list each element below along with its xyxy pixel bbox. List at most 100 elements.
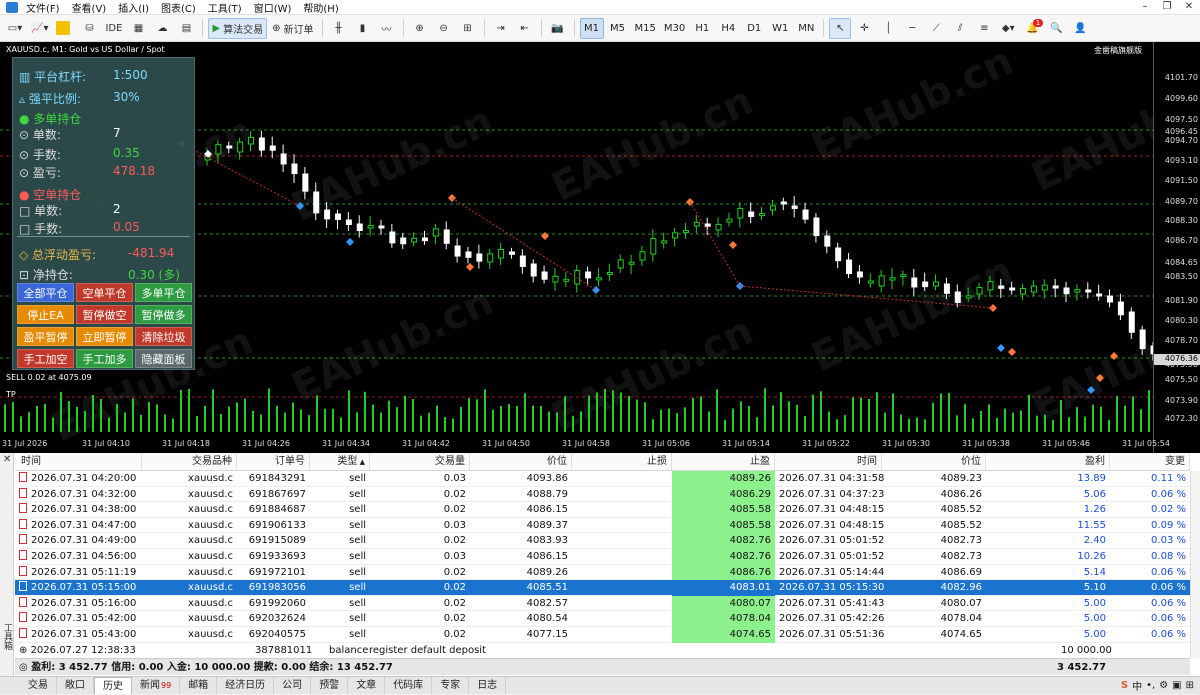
- tab-5[interactable]: 经济日历: [217, 677, 275, 694]
- column-header[interactable]: 交易品种: [142, 453, 237, 471]
- search-icon[interactable]: 🔍: [1045, 18, 1067, 39]
- restore-icon[interactable]: ❐: [1156, 0, 1178, 15]
- tf-h1[interactable]: H1: [690, 18, 714, 39]
- panel-button[interactable]: 手工加空: [17, 349, 74, 368]
- tab-9[interactable]: 代码库: [385, 677, 433, 694]
- chart-type-icon[interactable]: 📈▾: [28, 18, 51, 39]
- table-row[interactable]: 2026.07.31 04:49:00 xauusd.c 691915089 sell…: [15, 533, 1190, 549]
- tab-0[interactable]: 交易: [20, 677, 57, 694]
- fibo-icon[interactable]: ≡: [973, 18, 995, 39]
- tf-m1[interactable]: M1: [579, 17, 604, 39]
- tab-6[interactable]: 公司: [274, 677, 312, 694]
- tf-w1[interactable]: W1: [768, 18, 792, 39]
- tf-d1[interactable]: D1: [742, 18, 766, 39]
- tf-m5[interactable]: M5: [606, 18, 630, 39]
- candle-chart-icon[interactable]: ▮: [352, 18, 374, 39]
- table-row[interactable]: 2026.07.31 05:11:19 xauusd.c 691972101 sell…: [15, 564, 1190, 581]
- tab-11[interactable]: 日志: [469, 677, 507, 694]
- menu-charts[interactable]: 图表(C): [155, 0, 202, 15]
- algo-trading-button[interactable]: ▶ 算法交易: [208, 17, 268, 39]
- new-order-button[interactable]: ⊕ 新订单: [269, 18, 316, 39]
- shapes-icon[interactable]: ◆▾: [997, 18, 1019, 39]
- market-icon[interactable]: ▦: [127, 18, 149, 39]
- new-chart-icon[interactable]: ▭▾: [4, 18, 26, 39]
- cloud-icon[interactable]: ☁: [151, 18, 173, 39]
- menu-window[interactable]: 窗口(W): [248, 0, 298, 15]
- column-header[interactable]: 止损: [572, 453, 672, 471]
- trendline-icon[interactable]: ⟋: [925, 18, 947, 39]
- panel-button[interactable]: 暂停做多: [135, 305, 192, 324]
- panel-button[interactable]: 多单平仓: [135, 283, 192, 302]
- tab-3[interactable]: 新闻99: [132, 677, 181, 694]
- column-header[interactable]: 价位: [882, 453, 986, 471]
- tile-windows-icon[interactable]: ⊞: [457, 18, 479, 39]
- channel-icon[interactable]: ⫽: [949, 18, 971, 39]
- horizontal-line-icon[interactable]: ─: [901, 18, 923, 39]
- sogou-icon[interactable]: S: [1121, 680, 1128, 691]
- menu-view[interactable]: 查看(V): [66, 0, 113, 15]
- tab-1[interactable]: 敞口: [57, 677, 94, 694]
- table-row[interactable]: 2026.07.31 05:43:00 xauusd.c 692040575 sell…: [15, 627, 1190, 643]
- table-row[interactable]: 2026.07.31 05:16:00 xauusd.c 691992060 sell…: [15, 595, 1190, 612]
- cursor-icon[interactable]: ↖: [829, 17, 852, 39]
- tray-punct[interactable]: •,: [1146, 680, 1155, 691]
- tab-4[interactable]: 邮箱: [180, 677, 218, 694]
- tray-grid[interactable]: ⊞: [1186, 680, 1194, 691]
- close-toolbox-icon[interactable]: ✕: [3, 454, 11, 465]
- zoom-in-icon[interactable]: ⊕: [409, 18, 431, 39]
- column-header[interactable]: 止盈: [672, 453, 775, 471]
- tf-m30[interactable]: M30: [661, 18, 688, 39]
- crosshair-icon[interactable]: ✛: [853, 18, 875, 39]
- tab-2[interactable]: 历史: [94, 677, 132, 694]
- table-row[interactable]: 2026.07.31 05:42:00 xauusd.c 692032624 sell…: [15, 611, 1190, 627]
- column-header[interactable]: 类型 ▲: [310, 453, 370, 471]
- autoscroll-icon[interactable]: ⇥: [490, 18, 512, 39]
- table-row[interactable]: 2026.07.31 04:47:00 xauusd.c 691906133 sell…: [15, 517, 1190, 534]
- line-chart-icon[interactable]: 〰: [376, 18, 398, 39]
- panel-button[interactable]: 盈平暂停: [17, 327, 74, 346]
- table-row[interactable]: 2026.07.31 04:20:00 xauusd.c 691843291 sell…: [15, 471, 1190, 487]
- zoom-out-icon[interactable]: ⊖: [433, 18, 455, 39]
- tray-keyboard[interactable]: ▣: [1172, 680, 1181, 691]
- buy-icon[interactable]: [53, 18, 76, 39]
- table-row[interactable]: 2026.07.31 04:38:00 xauusd.c 691884687 sell…: [15, 502, 1190, 518]
- column-header[interactable]: 订单号: [237, 453, 310, 471]
- table-row[interactable]: 2026.07.31 04:56:00 xauusd.c 691933693 sell…: [15, 549, 1190, 565]
- table-scrollbar[interactable]: [1190, 471, 1200, 658]
- panel-button[interactable]: 停止EA: [17, 305, 74, 324]
- bar-chart-icon[interactable]: ╫: [328, 18, 350, 39]
- menu-insert[interactable]: 插入(I): [112, 0, 155, 15]
- panel-button[interactable]: 立即暂停: [76, 327, 133, 346]
- table-row[interactable]: 2026.07.31 05:15:00 xauusd.c 691983056 sell…: [15, 580, 1190, 596]
- tray-settings[interactable]: ⚙: [1159, 680, 1168, 691]
- panel-button[interactable]: 清除垃圾: [135, 327, 192, 346]
- profiles-icon[interactable]: ⛁: [78, 18, 100, 39]
- panel-button[interactable]: 手工加多: [76, 349, 133, 368]
- tab-7[interactable]: 预警: [311, 677, 349, 694]
- screenshot-icon[interactable]: 📷: [547, 18, 569, 39]
- column-header[interactable]: 变更: [1110, 453, 1190, 471]
- table-row[interactable]: 2026.07.31 04:32:00 xauusd.c 691867697 sell…: [15, 486, 1190, 503]
- vps-icon[interactable]: ▤: [175, 18, 197, 39]
- price-chart[interactable]: EAHub.cn EAHub.cn EAHub.cn EAHub.cn EAHub.cn…: [0, 42, 1200, 453]
- tray-ime[interactable]: 中: [1132, 678, 1142, 693]
- column-header[interactable]: 价位: [470, 453, 572, 471]
- menu-tools[interactable]: 工具(T): [202, 0, 248, 15]
- vertical-line-icon[interactable]: │: [877, 18, 899, 39]
- panel-button[interactable]: 暂停做空: [76, 305, 133, 324]
- account-icon[interactable]: 👤: [1069, 18, 1091, 39]
- column-header[interactable]: 时间: [775, 453, 882, 471]
- panel-button[interactable]: 空单平仓: [76, 283, 133, 302]
- panel-button[interactable]: 隐藏面板: [135, 349, 192, 368]
- tf-mn[interactable]: MN: [794, 18, 818, 39]
- panel-button[interactable]: 全部平仓: [17, 283, 74, 302]
- notifications-icon[interactable]: 🔔 1: [1021, 18, 1044, 39]
- column-header[interactable]: 时间: [15, 453, 142, 471]
- deposit-row[interactable]: ⊕ 2026.07.27 12:38:33 387881011 balance …: [15, 643, 1190, 659]
- column-header[interactable]: 交易量: [370, 453, 470, 471]
- tab-10[interactable]: 专家: [432, 677, 470, 694]
- ide-button[interactable]: IDE: [102, 18, 125, 39]
- minimize-icon[interactable]: –: [1134, 0, 1156, 15]
- menu-help[interactable]: 帮助(H): [297, 0, 344, 15]
- tf-h4[interactable]: H4: [716, 18, 740, 39]
